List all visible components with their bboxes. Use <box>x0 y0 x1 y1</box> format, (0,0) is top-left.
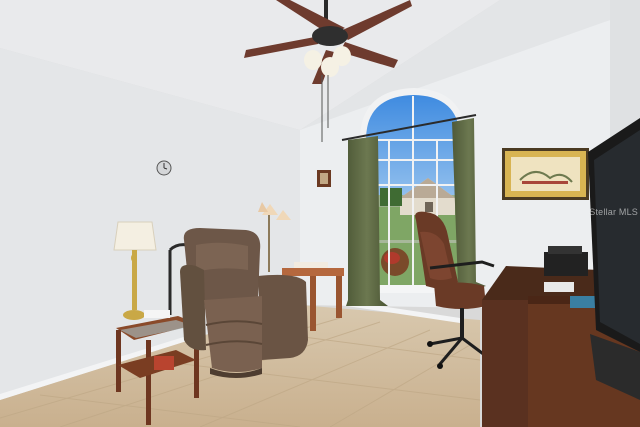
printer <box>544 246 588 276</box>
wall-clock <box>156 160 172 176</box>
small-framed-picture <box>317 170 331 187</box>
room-illustration <box>0 0 640 427</box>
book-stack <box>570 296 598 308</box>
keyboard <box>544 282 574 292</box>
framed-artwork <box>502 148 589 200</box>
room-photo: Stellar MLS <box>0 0 640 427</box>
watermark: Stellar MLS <box>589 207 638 217</box>
computer-monitor <box>588 118 640 400</box>
